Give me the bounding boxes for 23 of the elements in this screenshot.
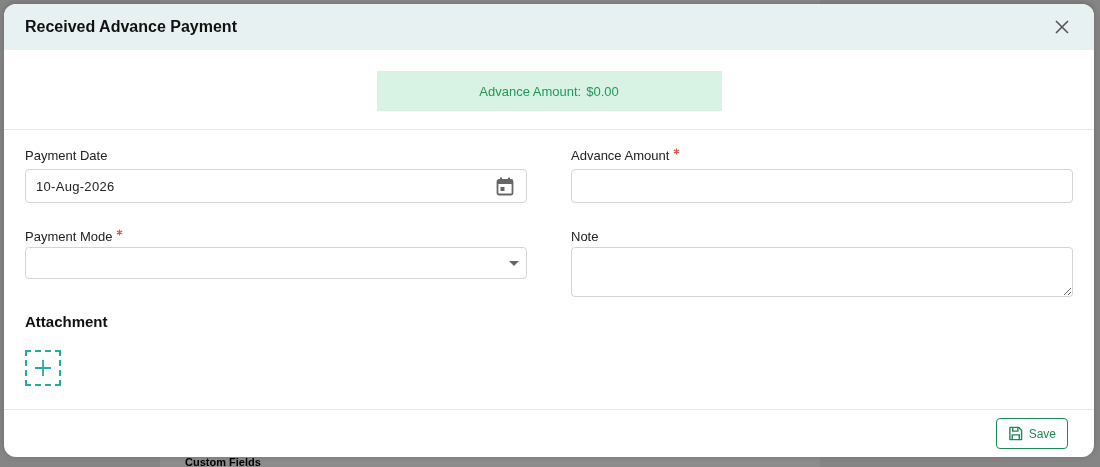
date-field[interactable]: 10-Aug-2026 (25, 169, 527, 203)
banner-value: $0.00 (586, 83, 619, 99)
note-field[interactable] (571, 247, 1073, 297)
date-value: 10-Aug-2026 (36, 178, 115, 194)
dialog-title: Received Advance Payment (25, 18, 237, 36)
required-mark-icon (673, 148, 681, 155)
plus-icon (35, 360, 51, 376)
banner-label: Advance Amount: (479, 83, 582, 99)
select-field[interactable] (25, 247, 527, 279)
required-mark-icon (116, 229, 124, 236)
close-button[interactable] (1054, 19, 1070, 35)
caret-icon (509, 260, 519, 266)
section-heading: Custom Fields (185, 457, 261, 467)
amount-field[interactable] (571, 169, 1073, 203)
section-heading: Attachment (25, 313, 109, 330)
calendar-icon (496, 176, 514, 196)
field-label: Advance Amount (571, 148, 670, 163)
add-attachment-button[interactable] (25, 350, 61, 386)
field-label: Payment Mode (25, 229, 113, 244)
field-label: Payment Date (25, 148, 108, 163)
close-icon (1054, 19, 1070, 35)
save-button[interactable]: Save (995, 418, 1068, 449)
field-label: Note (571, 229, 599, 244)
